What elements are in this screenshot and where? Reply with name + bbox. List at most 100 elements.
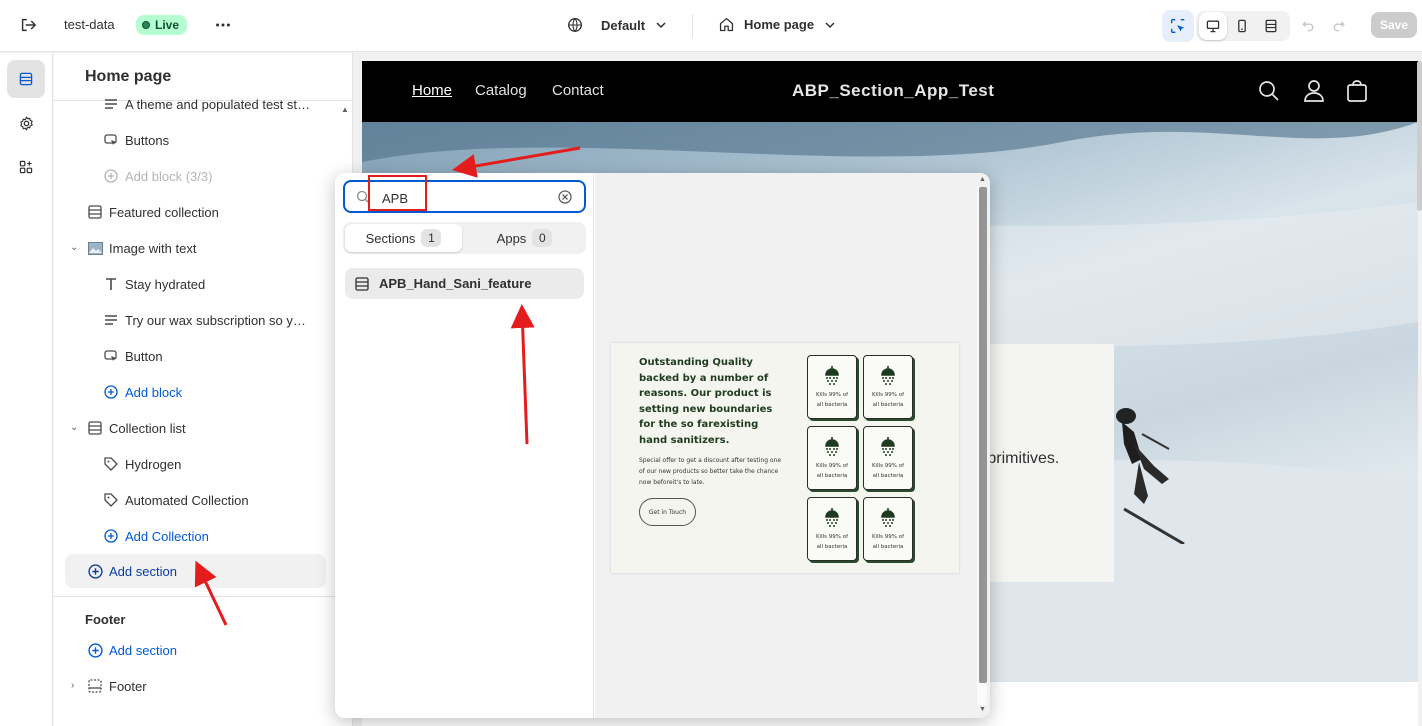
section-row-footer[interactable]: Footer — [87, 669, 147, 703]
tab-label: Apps — [496, 230, 527, 246]
block-row-buttons[interactable]: Buttons — [103, 123, 169, 157]
section-icon — [355, 276, 369, 291]
shower-icon — [825, 366, 839, 385]
plus-circle-icon — [103, 168, 119, 184]
add-collection-label: Add Collection — [125, 528, 209, 544]
preview-tile: Kills 99% of all bacteria — [863, 497, 913, 561]
block-row-collection[interactable]: Automated Collection — [103, 483, 249, 517]
add-section-label: Add section — [109, 563, 177, 579]
block-label: Automated Collection — [125, 492, 249, 508]
chevron-down-icon[interactable]: ⌄ — [70, 422, 78, 433]
block-label: Buttons — [125, 132, 170, 148]
store-header: Home Catalog Contact ABP_Section_App_Tes… — [362, 61, 1418, 122]
preview-tile: Kills 99% of all bacteria — [863, 426, 913, 490]
tag-icon — [103, 492, 119, 508]
exit-icon[interactable] — [14, 11, 42, 39]
search-icon[interactable] — [1258, 80, 1280, 107]
home-icon — [719, 17, 734, 32]
section-row-collection-list[interactable]: Collection list — [87, 411, 186, 445]
scroll-up-arrow-icon[interactable]: ▲ — [979, 176, 986, 183]
shower-icon — [825, 437, 839, 456]
block-label: Add block (3/3) — [125, 168, 213, 184]
section-row-image-with-text[interactable]: Image with text — [87, 231, 196, 265]
button-icon — [103, 132, 119, 148]
status-label: Live — [155, 18, 180, 32]
shower-icon — [881, 437, 895, 456]
cart-icon[interactable] — [1346, 79, 1368, 108]
add-block-label: Add block — [125, 384, 183, 400]
add-section-picker: Sections 1 Apps 0 APB_Hand_Sani_feature … — [335, 173, 990, 718]
mobile-icon[interactable] — [1228, 12, 1256, 40]
tile-text: Kills 99% of all bacteria — [871, 534, 905, 550]
tab-apps[interactable]: Apps 0 — [465, 224, 584, 252]
account-icon[interactable] — [1303, 79, 1325, 108]
picker-scrollbar-thumb[interactable] — [979, 187, 987, 683]
preview-scrollbar[interactable] — [1417, 61, 1422, 211]
preview-tile: Kills 99% of all bacteria — [863, 355, 913, 419]
settings-gear-icon[interactable] — [7, 104, 45, 142]
nav-link-contact[interactable]: Contact — [552, 82, 604, 99]
block-row-text[interactable]: A theme and populated test st… — [103, 87, 310, 121]
section-result-item[interactable]: APB_Hand_Sani_feature — [345, 268, 584, 299]
chevron-down-icon — [825, 21, 835, 28]
page-selector[interactable]: Home page — [718, 16, 836, 33]
add-section-button[interactable]: Add section — [87, 554, 177, 588]
divider — [54, 596, 352, 597]
tab-count: 1 — [421, 229, 442, 247]
sections-sidebar: Home page ▲ A theme and populated test s… — [54, 53, 353, 726]
preview-tile: Kills 99% of all bacteria — [807, 426, 857, 490]
section-label: Collection list — [109, 420, 186, 436]
more-options-icon[interactable] — [209, 11, 237, 39]
save-button[interactable]: Save — [1371, 12, 1417, 38]
skier-figure — [1116, 408, 1185, 544]
undo-icon[interactable] — [1294, 11, 1322, 39]
block-row-button[interactable]: Button — [103, 339, 163, 373]
divider — [692, 14, 693, 38]
block-label: A theme and populated test st… — [125, 96, 311, 112]
nav-link-catalog[interactable]: Catalog — [475, 82, 527, 99]
inspector-icon[interactable] — [1162, 10, 1194, 42]
shower-icon — [881, 508, 895, 527]
shower-icon — [881, 366, 895, 385]
chevron-down-icon[interactable]: ⌄ — [70, 242, 78, 253]
block-row-text[interactable]: Try our wax subscription so y… — [103, 303, 306, 337]
image-icon — [87, 240, 103, 256]
tile-text: Kills 99% of all bacteria — [871, 463, 905, 479]
block-row-heading[interactable]: Stay hydrated — [103, 267, 205, 301]
scroll-down-arrow-icon[interactable]: ▼ — [979, 706, 986, 713]
text-lines-icon — [103, 96, 119, 112]
block-label: Button — [125, 348, 163, 364]
section-label: Image with text — [109, 240, 197, 256]
block-label: Try our wax subscription so y… — [125, 312, 306, 328]
sections-icon[interactable] — [7, 60, 45, 98]
theme-selector[interactable]: Default — [566, 16, 667, 34]
chevron-down-icon — [656, 22, 666, 29]
plus-circle-icon — [103, 528, 119, 544]
add-block-button[interactable]: Add block — [103, 375, 182, 409]
section-icon — [87, 204, 103, 220]
result-label: APB_Hand_Sani_feature — [379, 276, 532, 291]
left-rail — [0, 53, 53, 726]
tab-sections[interactable]: Sections 1 — [345, 224, 462, 252]
redo-icon[interactable] — [1325, 11, 1353, 39]
fullscreen-icon[interactable] — [1257, 12, 1285, 40]
footer-add-section-button[interactable]: Add section — [87, 633, 177, 667]
plus-circle-icon — [103, 384, 119, 400]
store-brand[interactable]: ABP_Section_App_Test — [792, 81, 994, 101]
add-block-button-disabled[interactable]: Add block (3/3) — [103, 159, 212, 193]
block-row-collection[interactable]: Hydrogen — [103, 447, 181, 481]
page-label: Home page — [744, 17, 815, 32]
nav-link-home[interactable]: Home — [412, 82, 452, 99]
chevron-right-icon[interactable]: › — [71, 680, 74, 691]
text-lines-icon — [103, 312, 119, 328]
add-collection-button[interactable]: Add Collection — [103, 519, 209, 553]
scroll-up-arrow-icon[interactable]: ▲ — [341, 105, 349, 114]
page-title: Home page — [85, 68, 172, 85]
section-row-featured-collection[interactable]: Featured collection — [87, 195, 219, 229]
clear-search-icon[interactable] — [558, 190, 572, 204]
apps-icon[interactable] — [7, 148, 45, 186]
top-bar: test-data Live Default Home page Save — [0, 0, 1422, 52]
shower-icon — [825, 508, 839, 527]
tab-count: 0 — [532, 229, 553, 247]
desktop-icon[interactable] — [1199, 12, 1227, 40]
